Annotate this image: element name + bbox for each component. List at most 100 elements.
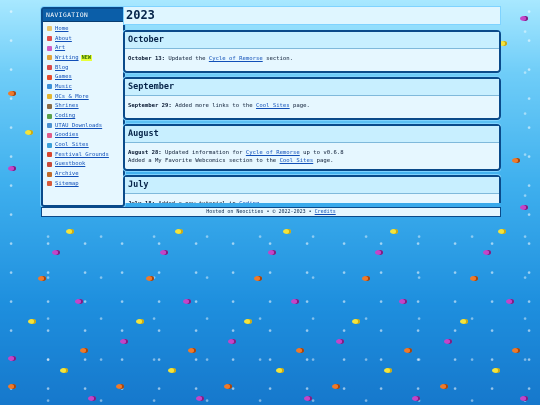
- fish-icon: [8, 91, 16, 96]
- fish-icon: [352, 319, 360, 324]
- fish-icon: [116, 384, 124, 389]
- update-card-september: September September 29: Added more links …: [123, 77, 501, 120]
- update-text: page.: [289, 103, 310, 109]
- nav-item-music[interactable]: Music: [47, 82, 123, 92]
- nav-link[interactable]: Goodies: [55, 132, 79, 138]
- nav-item-festival-grounds[interactable]: Festival Grounds: [47, 150, 123, 160]
- fish-icon: [224, 384, 232, 389]
- nav-item-utau-downloads[interactable]: UTAU Downloads: [47, 121, 123, 131]
- update-text: Added a new tutorial in: [155, 201, 239, 203]
- fish-icon: [283, 229, 291, 234]
- update-body: October 13: Updated the Cycle of Remorse…: [125, 49, 499, 71]
- fish-icon: [506, 299, 514, 304]
- fish-icon: [470, 276, 478, 281]
- fish-icon: [52, 250, 60, 255]
- nav-link[interactable]: UTAU Downloads: [55, 123, 102, 129]
- fish-icon: [404, 348, 412, 353]
- fish-icon: [196, 396, 204, 401]
- fish-icon: [520, 205, 528, 210]
- nav-item-coding[interactable]: Coding: [47, 111, 123, 121]
- nav-link[interactable]: Writing: [55, 55, 79, 61]
- nav-link[interactable]: Coding: [55, 113, 75, 119]
- nav-link[interactable]: Archive: [55, 171, 79, 177]
- update-date: August 28:: [128, 150, 162, 156]
- credits-link[interactable]: Credits: [315, 209, 336, 215]
- pencil-icon: [47, 55, 52, 61]
- fish-icon: [136, 319, 144, 324]
- fish-icon: [460, 319, 468, 324]
- fish-icon: [244, 319, 252, 324]
- navigation-list: Home About Art Writing NEW Blog Games Music OCs …: [43, 24, 123, 189]
- fish-icon: [146, 276, 154, 281]
- nav-link[interactable]: OCs & More: [55, 94, 89, 100]
- fish-icon: [332, 384, 340, 389]
- nav-link[interactable]: About: [55, 36, 72, 42]
- nav-item-goodies[interactable]: Goodies: [47, 131, 123, 141]
- fish-icon: [88, 396, 96, 401]
- update-link[interactable]: Cool Sites: [280, 158, 314, 164]
- fish-icon: [412, 396, 420, 401]
- nav-item-games[interactable]: Games: [47, 72, 123, 82]
- shrine-icon: [47, 103, 52, 109]
- nav-item-art[interactable]: Art: [47, 43, 123, 53]
- update-text: Updated the: [165, 56, 209, 62]
- update-text: page.: [313, 158, 334, 164]
- page-title-bar: 2023: [123, 6, 501, 25]
- update-entry: Added a My Favorite Webcomics section to…: [128, 157, 496, 165]
- update-card-august: August August 28: Updated information for…: [123, 124, 501, 171]
- fish-icon: [498, 229, 506, 234]
- nav-item-ocs-more[interactable]: OCs & More: [47, 92, 123, 102]
- update-text: up to v0.6.8: [299, 150, 344, 156]
- updates-log[interactable]: October October 13: Updated the Cycle of …: [123, 30, 501, 203]
- fish-icon: [399, 299, 407, 304]
- update-link[interactable]: Cycle of Remorse: [209, 56, 263, 62]
- nav-link[interactable]: Art: [55, 45, 65, 51]
- code-icon: [47, 113, 52, 119]
- nav-item-writing[interactable]: Writing NEW: [47, 53, 123, 63]
- nav-item-shrines[interactable]: Shrines: [47, 102, 123, 112]
- controller-icon: [47, 74, 52, 80]
- nav-item-guestbook[interactable]: Guestbook: [47, 160, 123, 170]
- update-link[interactable]: Cool Sites: [256, 103, 290, 109]
- palette-icon: [47, 45, 52, 51]
- update-link[interactable]: Cycle of Remorse: [246, 150, 300, 156]
- nav-item-sitemap[interactable]: Sitemap: [47, 179, 123, 189]
- nav-item-home[interactable]: Home: [47, 24, 123, 34]
- fish-icon: [254, 276, 262, 281]
- nav-link[interactable]: Festival Grounds: [55, 152, 109, 158]
- nav-item-archive[interactable]: Archive: [47, 169, 123, 179]
- nav-link[interactable]: Cool Sites: [55, 142, 89, 148]
- fish-icon: [80, 348, 88, 353]
- footer: Hosted on Neocities • © 2022-2023 • Cred…: [41, 207, 501, 217]
- page-title: 2023: [126, 8, 155, 22]
- fish-icon: [228, 339, 236, 344]
- nav-link[interactable]: Music: [55, 84, 72, 90]
- fish-icon: [291, 299, 299, 304]
- update-text: Added a My Favorite Webcomics section to…: [128, 158, 280, 164]
- nav-link[interactable]: Shrines: [55, 103, 79, 109]
- nav-item-cool-sites[interactable]: Cool Sites: [47, 140, 123, 150]
- nav-item-about[interactable]: About: [47, 34, 123, 44]
- star-icon: [47, 94, 52, 100]
- month-heading: August: [125, 126, 499, 143]
- fish-icon: [483, 250, 491, 255]
- tent-icon: [47, 152, 52, 158]
- month-heading: July: [125, 177, 499, 194]
- fish-icon: [520, 16, 528, 21]
- fish-icon: [183, 299, 191, 304]
- update-entry: July 18: Added a new tutorial in Coding: [128, 200, 496, 203]
- gift-icon: [47, 132, 52, 138]
- update-link[interactable]: Coding: [239, 201, 259, 203]
- fish-icon: [160, 250, 168, 255]
- update-text: Updated information for: [161, 150, 246, 156]
- nav-link[interactable]: Home: [55, 26, 68, 32]
- nav-link[interactable]: Sitemap: [55, 181, 79, 187]
- nav-link[interactable]: Guestbook: [55, 161, 85, 167]
- fish-icon: [8, 384, 16, 389]
- fish-icon: [520, 396, 528, 401]
- nav-item-blog[interactable]: Blog: [47, 63, 123, 73]
- ribbon-icon: [47, 36, 52, 42]
- nav-link[interactable]: Games: [55, 74, 72, 80]
- fish-icon: [296, 348, 304, 353]
- nav-link[interactable]: Blog: [55, 65, 68, 71]
